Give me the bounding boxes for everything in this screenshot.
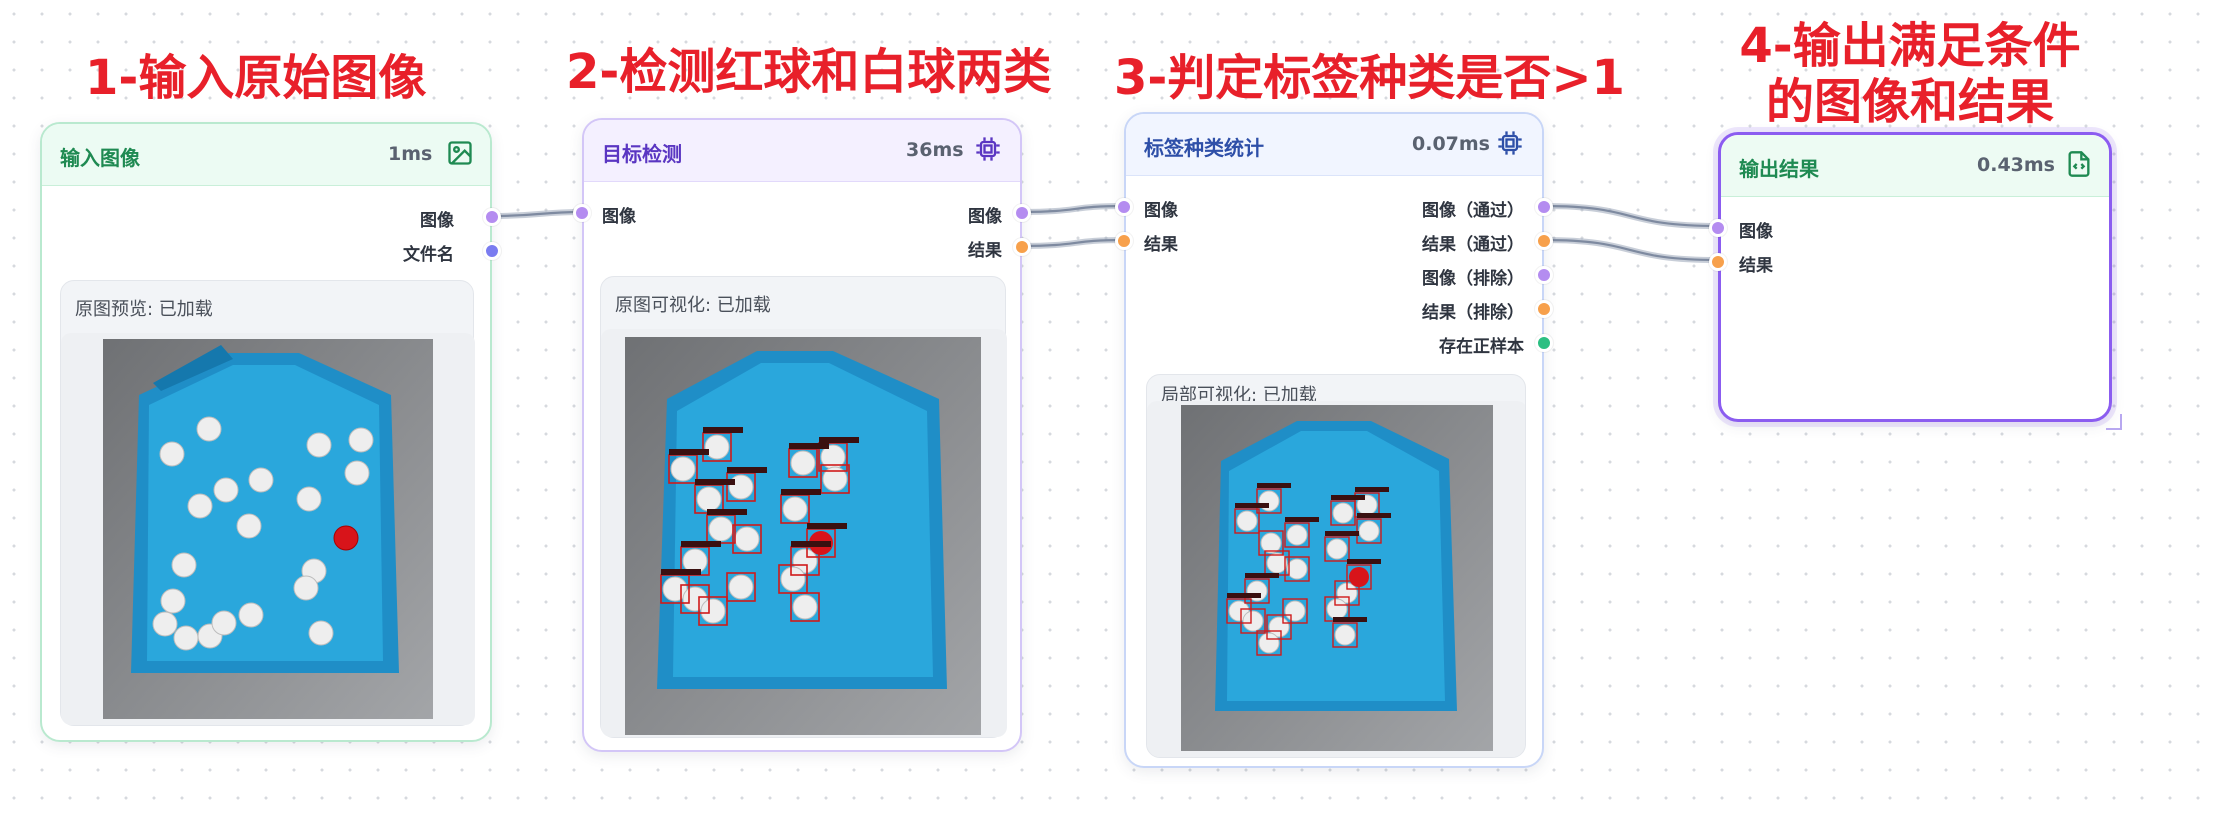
output-port-result-pass[interactable] bbox=[1535, 232, 1553, 250]
port-label-has-positive: 存在正样本 bbox=[1439, 337, 1524, 357]
node-title: 标签种类统计 bbox=[1144, 136, 1264, 160]
input-port-image[interactable] bbox=[573, 204, 591, 222]
node-object-detection[interactable]: 目标检测 36ms 图像 图像 结果 原图可视化: 已加载 bbox=[573, 118, 1031, 752]
output-port-filename[interactable] bbox=[483, 242, 501, 260]
input-port-result[interactable] bbox=[1709, 253, 1727, 271]
port-label-image-exclude: 图像（排除） bbox=[1422, 269, 1524, 289]
port-label-image: 图像 bbox=[420, 211, 454, 231]
node-header[interactable]: 标签种类统计 0.07ms bbox=[1126, 114, 1542, 176]
node-header[interactable]: 输出结果 0.43ms bbox=[1721, 135, 2109, 197]
resize-handle[interactable] bbox=[2106, 414, 2122, 430]
file-code-icon[interactable] bbox=[2065, 150, 2093, 178]
preview-label: 原图可视化: 已加载 bbox=[615, 295, 771, 316]
port-label-image-pass: 图像（通过） bbox=[1422, 201, 1524, 221]
output-port-image-pass[interactable] bbox=[1535, 198, 1553, 216]
port-label-result-out: 结果 bbox=[968, 241, 1002, 261]
output-port-result[interactable] bbox=[1013, 238, 1031, 256]
detection-image bbox=[601, 329, 1007, 737]
node-input-image[interactable]: 输入图像 1ms 图像 文件名 原图预览: 已加载 bbox=[40, 122, 501, 742]
input-port-result[interactable] bbox=[1115, 232, 1133, 250]
preview-panel: 局部可视化: 已加载 bbox=[1146, 374, 1526, 758]
output-port-image[interactable] bbox=[483, 208, 501, 226]
port-label-filename: 文件名 bbox=[403, 245, 454, 265]
output-port-image-exclude[interactable] bbox=[1535, 266, 1553, 284]
image-icon[interactable] bbox=[446, 139, 474, 167]
preview-panel: 原图预览: 已加载 bbox=[60, 280, 475, 726]
node-title: 输入图像 bbox=[60, 146, 140, 170]
node-time: 0.07ms bbox=[1412, 133, 1490, 155]
input-port-image[interactable] bbox=[1709, 219, 1727, 237]
port-label-image-out: 图像 bbox=[968, 207, 1002, 227]
port-label-image-in: 图像 bbox=[602, 207, 636, 227]
port-label-result-in: 结果 bbox=[1144, 235, 1178, 255]
input-port-image[interactable] bbox=[1115, 198, 1133, 216]
node-header[interactable]: 输入图像 1ms bbox=[42, 124, 490, 186]
original-image bbox=[61, 333, 475, 725]
node-label-type-stats[interactable]: 标签种类统计 0.07ms 图像 结果 图像（通过） 结果（通过） 图像（排除）… bbox=[1115, 112, 1553, 768]
local-visualization-image bbox=[1147, 401, 1525, 757]
port-label-result-pass: 结果（通过） bbox=[1422, 235, 1524, 255]
node-header[interactable]: 目标检测 36ms bbox=[584, 120, 1020, 182]
output-port-result-exclude[interactable] bbox=[1535, 300, 1553, 318]
port-label-image-in: 图像 bbox=[1739, 222, 1773, 242]
node-title: 目标检测 bbox=[602, 142, 682, 166]
port-label-result-exclude: 结果（排除） bbox=[1422, 303, 1524, 323]
preview-label: 原图预览: 已加载 bbox=[75, 299, 213, 320]
output-port-image[interactable] bbox=[1013, 204, 1031, 222]
node-output-result[interactable]: 输出结果 0.43ms 图像 结果 bbox=[1709, 132, 2112, 422]
node-time: 36ms bbox=[906, 139, 964, 161]
chip-icon[interactable] bbox=[974, 135, 1002, 163]
port-label-image-in: 图像 bbox=[1144, 201, 1178, 221]
chip-icon[interactable] bbox=[1496, 129, 1524, 157]
node-time: 0.43ms bbox=[1977, 154, 2055, 176]
node-time: 1ms bbox=[388, 143, 433, 165]
port-label-result-in: 结果 bbox=[1739, 256, 1773, 276]
preview-panel: 原图可视化: 已加载 bbox=[600, 276, 1007, 738]
node-title: 输出结果 bbox=[1739, 157, 1819, 181]
output-port-has-positive[interactable] bbox=[1535, 334, 1553, 352]
